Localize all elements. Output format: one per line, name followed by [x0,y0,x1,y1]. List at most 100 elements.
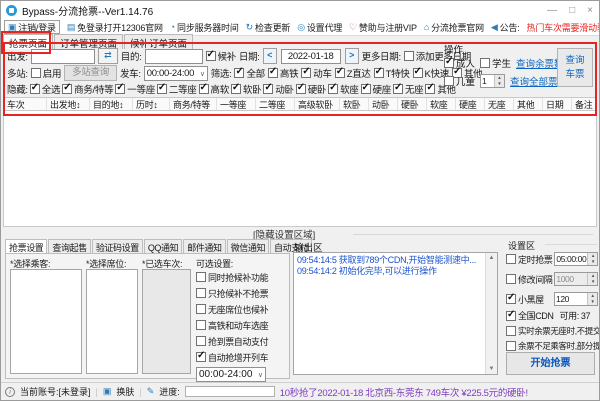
table-header-cell[interactable]: 车次 [4,98,47,110]
checkbox-box[interactable] [506,274,516,284]
seat-hide-checkbox[interactable]: 无座 [393,82,423,96]
train-list-area[interactable] [3,111,597,227]
seat-listbox[interactable] [86,269,138,374]
panel-tab[interactable]: 微信通知 [227,239,269,253]
checkbox-box[interactable] [506,341,516,351]
table-header-cell[interactable]: 日期 [543,98,572,110]
from-input[interactable] [31,49,95,64]
table-header-cell[interactable]: 备注 [572,98,596,110]
checkbox-box[interactable] [444,76,454,86]
menu-item[interactable]: ↻ 检查更新 [246,21,291,34]
checkbox-box[interactable] [157,84,167,94]
seat-hide-checkbox[interactable]: 软座 [328,82,358,96]
train-type-checkbox[interactable]: 全部 [234,66,264,80]
table-header-cell[interactable]: 历时↕ [133,98,170,110]
checkbox-box[interactable] [444,58,454,68]
train-type-checkbox[interactable]: 动车 [301,66,331,80]
menu-item[interactable]: ▤ 免登录打开12306官网 [67,21,163,34]
skin-label[interactable]: 换肤 [116,385,134,398]
table-header-cell[interactable]: 硬座 [456,98,485,110]
table-header-cell[interactable]: 硬卧 [398,98,427,110]
checkbox-box[interactable] [480,58,490,68]
checkbox-box[interactable] [268,68,278,78]
table-header-cell[interactable]: 软座 [427,98,456,110]
checkbox-box[interactable] [413,68,423,78]
child-count-stepper[interactable]: 1 [480,74,505,88]
down-arrow-icon[interactable] [588,259,597,265]
checkbox-box[interactable] [196,304,206,314]
table-header-cell[interactable]: 商务/特等 [170,98,217,110]
option-checkbox-row[interactable]: 只抢候补不抢票 [196,285,287,301]
close-button[interactable]: × [587,5,593,16]
seat-hide-checkbox[interactable]: 二等座 [157,82,197,96]
checkbox-box[interactable] [199,84,209,94]
seat-hide-checkbox[interactable]: 全选 [30,82,60,96]
option-checkbox-row[interactable]: 抢到票自动支付 [196,333,287,349]
checkbox-box[interactable] [328,84,338,94]
table-header-cell[interactable]: 目的地↕ [90,98,133,110]
checkbox-box[interactable] [506,254,516,264]
train-type-checkbox[interactable]: 高铁 [268,66,298,80]
table-header-cell[interactable]: 高级软卧 [295,98,340,110]
seat-hide-checkbox[interactable]: 动卧 [263,82,293,96]
menu-item[interactable]: ⌂ 分流抢票官网 [424,21,484,34]
multi-enable-checkbox[interactable]: 启用 [31,66,61,80]
passenger-listbox[interactable] [10,269,82,374]
to-input[interactable] [145,49,203,64]
checkbox-box[interactable] [31,68,41,78]
next-day-button[interactable]: > [345,48,359,64]
menu-item[interactable]: ◎ 设置代理 [297,21,342,34]
seat-hide-checkbox[interactable]: 硬座 [361,82,391,96]
seat-hide-checkbox[interactable]: 一等座 [115,82,155,96]
checkbox-box[interactable] [206,51,216,61]
checkbox-box[interactable] [263,84,273,94]
checkbox-box[interactable] [335,68,345,78]
table-header-cell[interactable]: 软卧 [340,98,369,110]
timed-grab-stepper[interactable]: 05:00:00 [554,252,598,266]
start-grab-button[interactable]: 开始抢票 [506,352,595,375]
checkbox-box[interactable] [404,51,414,61]
checkbox-box[interactable] [393,84,403,94]
down-arrow-icon[interactable] [588,279,597,285]
black-room-stepper[interactable]: 120 [554,292,598,306]
seat-hide-checkbox[interactable]: 硬卧 [296,82,326,96]
checkbox-box[interactable] [196,288,206,298]
checkbox-box[interactable] [506,326,516,336]
seat-hide-checkbox[interactable]: 高软 [199,82,229,96]
panel-tab[interactable]: 查询起售 [48,239,90,253]
checkbox-box[interactable] [296,84,306,94]
menu-item[interactable]: ♡ 赞助与注册VIP [349,21,417,34]
down-arrow-icon[interactable] [588,299,597,305]
prev-day-button[interactable]: < [263,48,277,64]
minimize-button[interactable]: — [547,5,557,16]
scroll-down-icon[interactable] [486,365,497,373]
checkbox-box[interactable] [425,84,435,94]
checkbox-box[interactable] [234,68,244,78]
panel-tab[interactable]: 抢票设置 [5,239,47,253]
checkbox-box[interactable] [506,311,516,321]
checkbox-box[interactable] [506,294,516,304]
child-checkbox[interactable]: 儿童 [444,74,475,88]
checkbox-box[interactable] [30,84,40,94]
seat-hide-checkbox[interactable]: 商务/特等 [62,82,113,96]
panel-tab[interactable]: QQ通知 [144,239,182,253]
stepper-buttons[interactable] [587,253,597,265]
train-type-checkbox[interactable]: Z直达 [335,66,371,80]
main-tab[interactable]: 候补订单页面 [124,34,193,49]
down-arrow-icon[interactable] [495,81,504,87]
checkbox-box[interactable] [374,68,384,78]
checkbox-box[interactable] [301,68,311,78]
table-header-cell[interactable]: 动卧 [369,98,398,110]
stepper-buttons[interactable] [587,293,597,305]
menu-item[interactable]: ◀ 公告: [491,21,520,34]
stepper-buttons[interactable] [587,273,597,285]
depart-time-select[interactable]: 00:00-24:00 [144,66,208,81]
query-tickets-button[interactable]: 查询车票 [557,48,593,87]
option-checkbox-row[interactable]: 高铁和动车选座 [196,317,287,333]
checkbox-box[interactable] [196,352,206,362]
option-checkbox-row[interactable]: 无座席位也候补 [196,301,287,317]
menu-item[interactable]: ◔ 同步服务器时间 [170,21,239,34]
main-tab[interactable]: 订单管理页面 [54,34,123,49]
stepper-buttons[interactable] [494,75,504,87]
panel-tab[interactable]: 邮件通知 [183,239,225,253]
